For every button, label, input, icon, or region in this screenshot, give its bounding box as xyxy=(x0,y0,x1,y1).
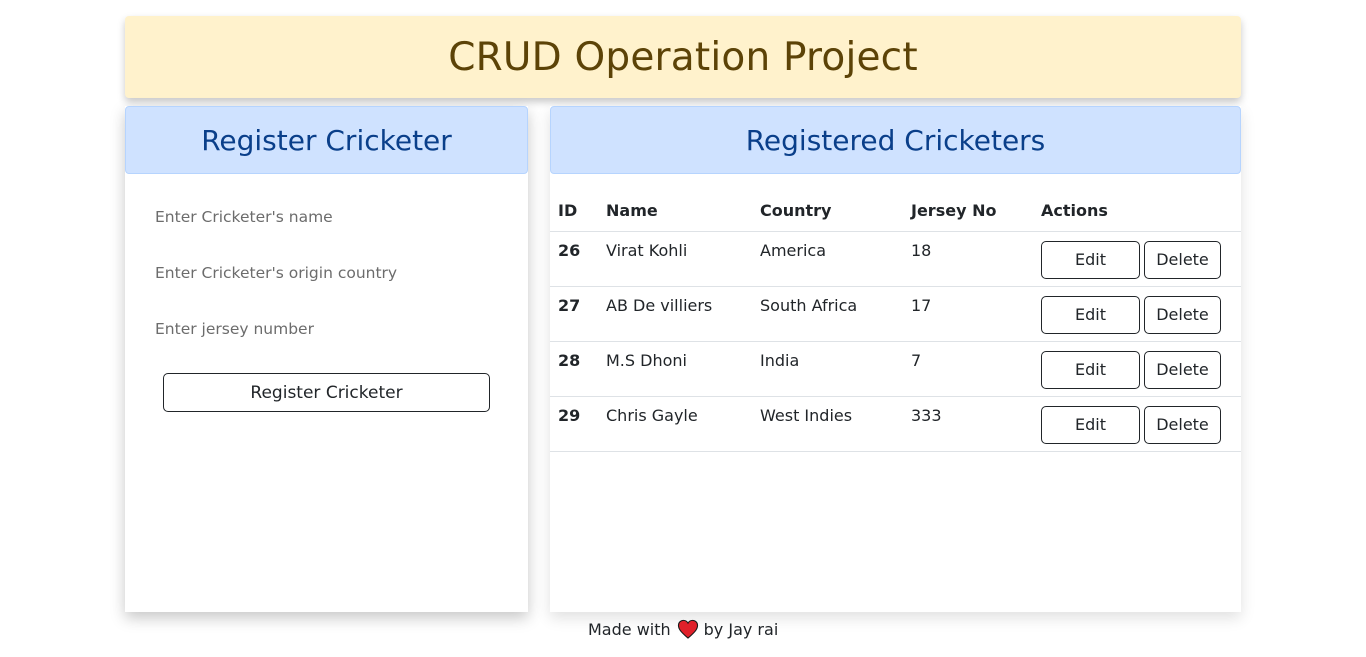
column-header-id: ID xyxy=(550,191,598,232)
cell-jersey: 18 xyxy=(903,231,1033,287)
jersey-input[interactable] xyxy=(155,315,495,343)
delete-button[interactable]: Delete xyxy=(1144,295,1221,334)
cell-name: M.S Dhoni xyxy=(598,341,752,397)
heart-icon xyxy=(677,619,699,639)
register-panel-header: Register Cricketer xyxy=(125,106,528,174)
cell-name: Chris Gayle xyxy=(598,396,752,452)
column-header-name: Name xyxy=(598,191,752,232)
country-input[interactable] xyxy=(155,259,495,287)
cell-country: West Indies xyxy=(752,396,903,452)
cell-actions: Edit Delete xyxy=(1033,396,1241,452)
column-header-country: Country xyxy=(752,191,903,232)
cell-jersey: 7 xyxy=(903,341,1033,397)
page-header: CRUD Operation Project xyxy=(125,16,1241,98)
cell-name: AB De villiers xyxy=(598,286,752,342)
name-input[interactable] xyxy=(155,203,495,231)
cell-actions: Edit Delete xyxy=(1033,286,1241,342)
page-title: CRUD Operation Project xyxy=(448,34,918,80)
table-row: 27 AB De villiers South Africa 17 Edit De… xyxy=(550,286,1241,342)
table-header-row: ID Name Country Jersey No Actions xyxy=(550,191,1241,232)
cell-actions: Edit Delete xyxy=(1033,231,1241,287)
register-panel-title: Register Cricketer xyxy=(201,123,452,157)
cell-id: 27 xyxy=(550,286,598,342)
cell-actions: Edit Delete xyxy=(1033,341,1241,397)
cell-country: South Africa xyxy=(752,286,903,342)
cricketers-panel-header: Registered Cricketers xyxy=(550,106,1241,174)
cell-id: 29 xyxy=(550,396,598,452)
footer-suffix: by Jay rai xyxy=(703,619,779,639)
footer-prefix: Made with xyxy=(588,619,671,639)
cricketers-panel-title: Registered Cricketers xyxy=(745,123,1046,157)
edit-button[interactable]: Edit xyxy=(1041,295,1140,334)
edit-button[interactable]: Edit xyxy=(1041,350,1140,389)
register-cricketer-button[interactable]: Register Cricketer xyxy=(163,373,490,412)
cell-id: 26 xyxy=(550,231,598,287)
register-panel: Register Cricketer Register Cricketer xyxy=(125,106,528,612)
cell-country: America xyxy=(752,231,903,287)
table-row: 26 Virat Kohli America 18 Edit Delete xyxy=(550,231,1241,287)
edit-button[interactable]: Edit xyxy=(1041,240,1140,279)
cell-jersey: 333 xyxy=(903,396,1033,452)
cell-name: Virat Kohli xyxy=(598,231,752,287)
delete-button[interactable]: Delete xyxy=(1144,350,1221,389)
footer: Made with by Jay rai xyxy=(588,618,778,640)
column-header-actions: Actions xyxy=(1033,191,1241,232)
edit-button[interactable]: Edit xyxy=(1041,405,1140,444)
table-row: 28 M.S Dhoni India 7 Edit Delete xyxy=(550,341,1241,397)
cricketers-panel: Registered Cricketers ID Name Country Je… xyxy=(550,106,1241,612)
table-row: 29 Chris Gayle West Indies 333 Edit Delet… xyxy=(550,396,1241,452)
cell-country: India xyxy=(752,341,903,397)
cricketers-table: ID Name Country Jersey No Actions 26 Vir… xyxy=(550,191,1241,452)
column-header-jersey: Jersey No xyxy=(903,191,1033,232)
delete-button[interactable]: Delete xyxy=(1144,405,1221,444)
delete-button[interactable]: Delete xyxy=(1144,240,1221,279)
cell-id: 28 xyxy=(550,341,598,397)
cell-jersey: 17 xyxy=(903,286,1033,342)
